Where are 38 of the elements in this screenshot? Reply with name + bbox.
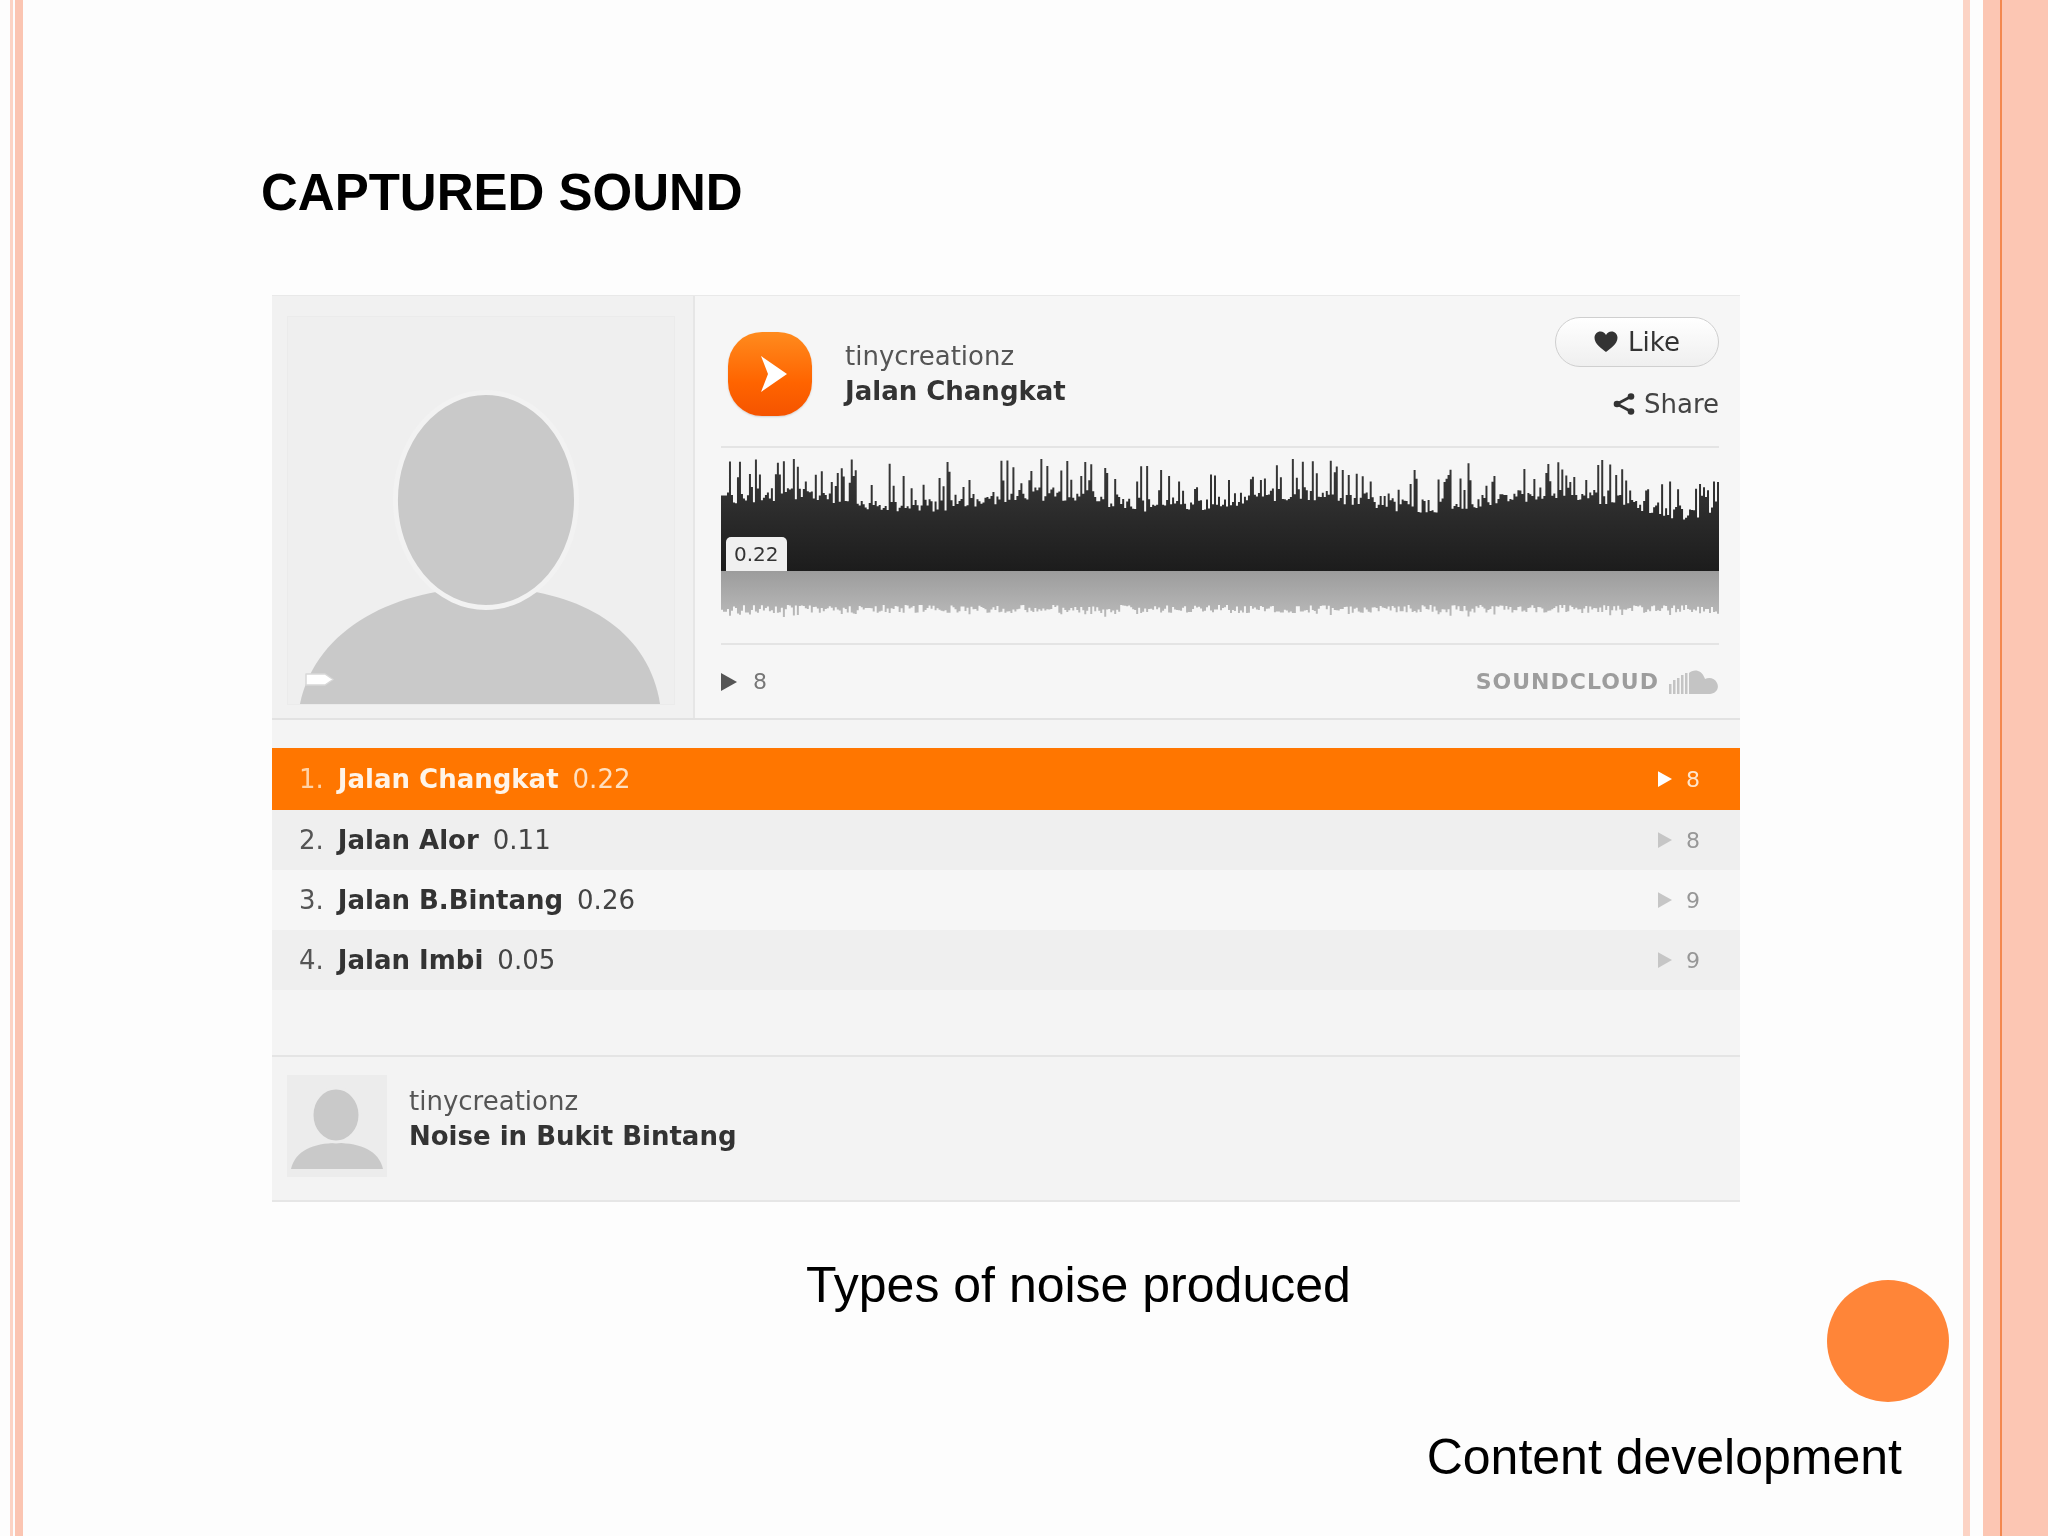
play-count: 9 — [1686, 947, 1700, 973]
track-number: 3. — [299, 885, 324, 915]
track-title: Jalan Changkat — [337, 764, 559, 794]
track-number: 4. — [299, 945, 324, 975]
play-icon — [721, 672, 737, 691]
play-icon — [1658, 832, 1672, 848]
play-icon — [1658, 952, 1672, 968]
track-row[interactable]: 4. Jalan Imbi 0.05 9 — [272, 930, 1740, 990]
tag-icon — [304, 671, 335, 688]
track-duration: 0.11 — [492, 825, 551, 855]
track-title: Jalan Imbi — [337, 945, 484, 975]
share-button[interactable]: Share — [1611, 389, 1719, 419]
heart-icon — [1594, 331, 1619, 353]
track-duration: 0.26 — [577, 885, 635, 915]
play-count: 8 — [1686, 766, 1700, 792]
track-number: 2. — [299, 825, 324, 855]
time-label: 0.22 — [726, 537, 787, 571]
track-duration: 0.05 — [497, 945, 556, 975]
user-name[interactable]: tinycreationz — [409, 1087, 737, 1117]
set-title[interactable]: Noise in Bukit Bintang — [409, 1121, 737, 1152]
play-button[interactable] — [728, 332, 812, 416]
share-icon — [1611, 392, 1636, 416]
play-icon — [1658, 892, 1672, 908]
track-row[interactable]: 2. Jalan Alor 0.11 8 — [272, 810, 1740, 870]
slide-title: CAPTURED SOUND — [261, 167, 743, 218]
like-button[interactable]: Like — [1555, 317, 1719, 367]
track-duration: 0.22 — [572, 764, 631, 794]
footer-text: Content development — [1426, 1432, 1902, 1482]
play-icon — [1658, 771, 1672, 787]
play-count: 8 — [1686, 827, 1700, 853]
track-number: 1. — [299, 764, 324, 794]
user-name[interactable]: tinycreationz — [845, 341, 1066, 372]
track-title: Jalan B.Bintang — [337, 885, 564, 915]
play-count: 8 — [753, 669, 767, 694]
play-count: 9 — [1686, 887, 1700, 913]
track-title[interactable]: Jalan Changkat — [845, 376, 1066, 407]
caption-text: Types of noise produced — [806, 1260, 1351, 1310]
track-title: Jalan Alor — [337, 825, 479, 855]
